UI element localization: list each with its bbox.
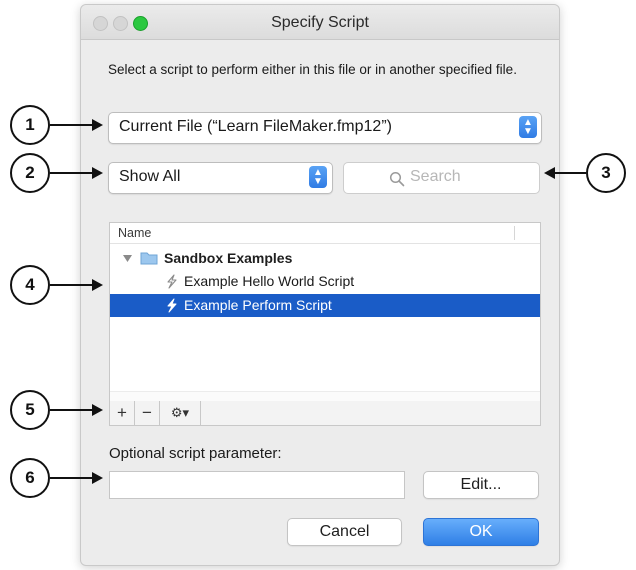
script-list[interactable]: Name Sandbox Examples Example Hello Worl… xyxy=(109,222,541,402)
callout-arrow xyxy=(50,284,93,286)
callout-2: 2 xyxy=(10,153,50,193)
parameter-field[interactable] xyxy=(109,471,405,499)
search-icon xyxy=(389,171,405,187)
search-input[interactable]: Search xyxy=(343,162,540,194)
folder-icon xyxy=(140,252,158,265)
callout-6: 6 xyxy=(10,458,50,498)
window-title: Specify Script xyxy=(271,14,369,31)
column-header-name[interactable]: Name xyxy=(118,226,151,240)
callout-arrow xyxy=(554,172,586,174)
callout-4: 4 xyxy=(10,265,50,305)
arrow-right-icon xyxy=(92,167,103,179)
arrow-right-icon xyxy=(92,404,103,416)
cancel-button[interactable]: Cancel xyxy=(287,518,402,546)
search-placeholder: Search xyxy=(410,168,461,185)
arrow-right-icon xyxy=(92,119,103,131)
list-toolbar: + − ⚙▾ xyxy=(109,401,541,426)
edit-parameter-button[interactable]: Edit... xyxy=(423,471,539,499)
file-select-value: Current File (“Learn FileMaker.fmp12”) xyxy=(119,118,392,135)
script-row[interactable]: Example Hello World Script xyxy=(110,270,540,293)
callout-arrow xyxy=(50,477,93,479)
callout-3: 3 xyxy=(586,153,626,193)
disclosure-triangle-icon[interactable] xyxy=(123,255,132,263)
script-label: Example Perform Script xyxy=(184,297,332,313)
ok-button[interactable]: OK xyxy=(423,518,539,546)
script-label: Example Hello World Script xyxy=(184,273,355,289)
add-script-button[interactable]: + xyxy=(110,401,135,425)
callout-arrow xyxy=(50,124,93,126)
parameter-label: Optional script parameter: xyxy=(109,445,282,462)
gear-menu-button[interactable]: ⚙▾ xyxy=(160,401,201,425)
script-icon xyxy=(167,298,177,313)
updown-arrows-icon: ▲ ▼ xyxy=(519,116,537,138)
file-select[interactable]: Current File (“Learn FileMaker.fmp12”) ▲… xyxy=(108,112,542,144)
folder-row[interactable]: Sandbox Examples xyxy=(110,247,540,270)
column-divider xyxy=(514,226,515,240)
updown-arrows-icon: ▲ ▼ xyxy=(309,166,327,188)
filter-select[interactable]: Show All ▲ ▼ xyxy=(108,162,333,194)
folder-label: Sandbox Examples xyxy=(164,250,293,266)
arrow-right-icon xyxy=(92,279,103,291)
callout-arrow xyxy=(50,409,93,411)
filter-select-value: Show All xyxy=(119,168,181,185)
list-header: Name xyxy=(110,223,540,244)
title-bar: Specify Script xyxy=(81,5,559,40)
callout-5: 5 xyxy=(10,390,50,430)
callout-arrow xyxy=(50,172,93,174)
remove-script-button[interactable]: − xyxy=(135,401,160,425)
specify-script-dialog: Specify Script Select a script to perfor… xyxy=(80,4,560,566)
script-icon xyxy=(167,274,177,289)
arrow-right-icon xyxy=(92,472,103,484)
callout-1: 1 xyxy=(10,105,50,145)
script-row-selected[interactable]: Example Perform Script xyxy=(110,294,540,317)
instructions-text: Select a script to perform either in thi… xyxy=(108,62,517,77)
